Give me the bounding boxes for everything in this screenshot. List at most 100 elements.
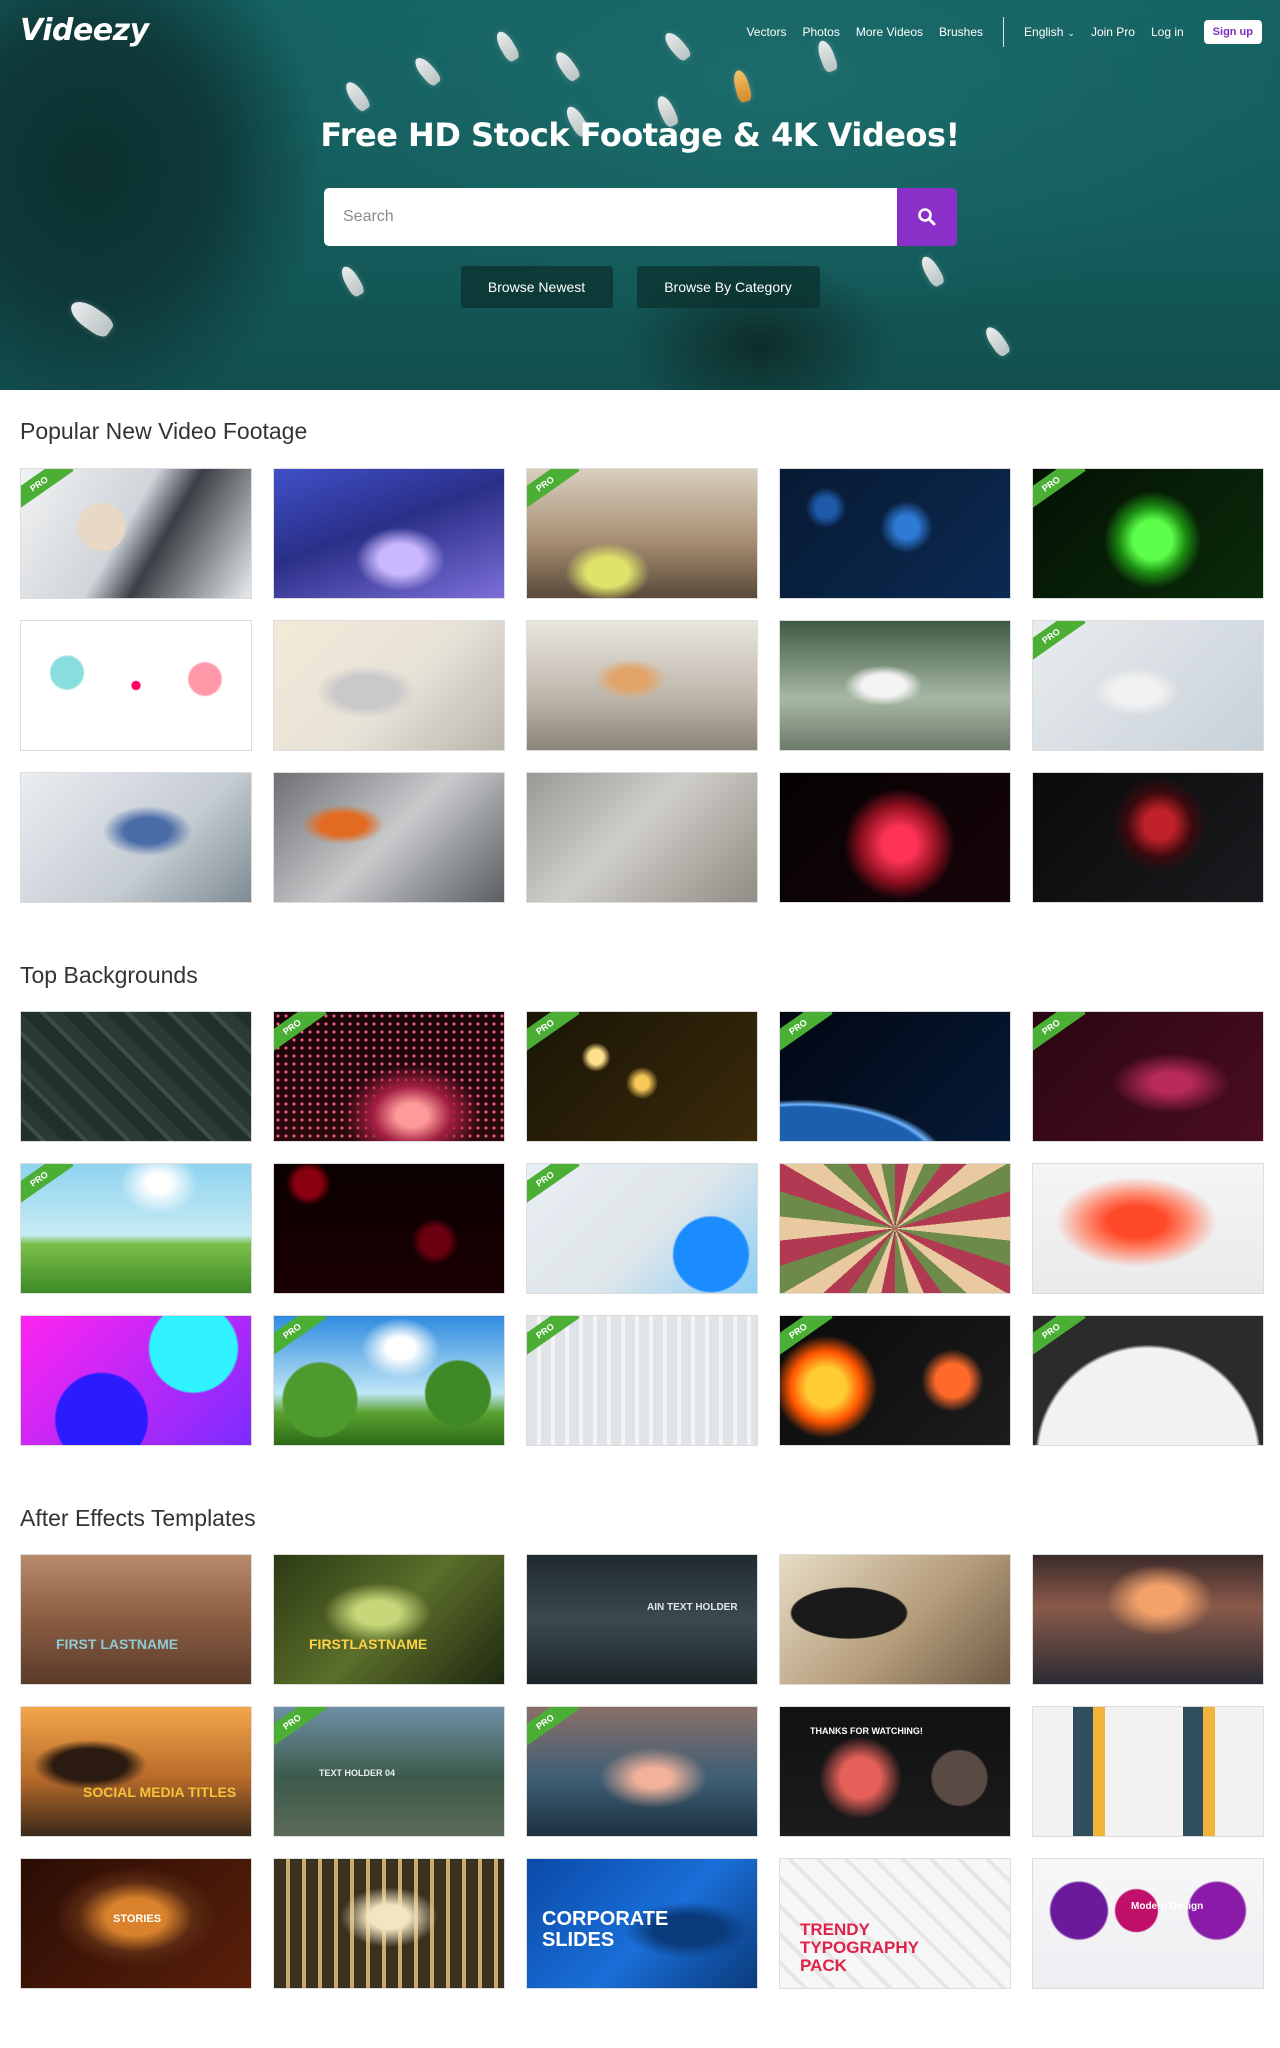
nav-link-more-videos[interactable]: More Videos (856, 25, 923, 39)
video-thumbnail[interactable] (20, 620, 252, 751)
video-thumbnail[interactable] (779, 772, 1011, 903)
pro-badge: PRO (780, 1012, 833, 1056)
search-icon (918, 208, 936, 226)
section-title-after-effects: After Effects Templates (20, 1505, 256, 1531)
video-thumbnail[interactable] (779, 1163, 1011, 1294)
thumbnail-caption: TEXT HOLDER 04 (319, 1768, 396, 1778)
video-thumbnail[interactable] (20, 1011, 252, 1142)
pro-badge: PRO (527, 1164, 580, 1208)
browse-newest-button[interactable]: Browse Newest (460, 266, 613, 308)
video-thumbnail[interactable] (1032, 1163, 1264, 1294)
pro-badge: PRO (1033, 621, 1086, 665)
top-navigation: Videezy Vectors Photos More Videos Brush… (0, 0, 1280, 64)
section-title-popular-footage: Popular New Video Footage (20, 418, 308, 444)
login-link[interactable]: Log in (1151, 25, 1184, 39)
hero-title: Free HD Stock Footage & 4K Videos! (320, 116, 960, 154)
video-thumbnail[interactable]: FIRST LASTNAME (20, 1554, 252, 1685)
video-thumbnail[interactable]: TEXT HOLDER 04 PRO (273, 1706, 505, 1837)
thumbnail-caption: CORPORATE SLIDES (542, 1908, 669, 1951)
video-thumbnail[interactable]: PRO (273, 1011, 505, 1142)
video-thumbnail[interactable]: Modern Design (1032, 1858, 1264, 1989)
video-thumbnail[interactable]: FIRSTLASTNAME (273, 1554, 505, 1685)
browse-by-category-button[interactable]: Browse By Category (636, 266, 820, 308)
video-thumbnail[interactable]: PRO (1032, 1315, 1264, 1446)
search-input[interactable] (324, 188, 897, 246)
pro-badge: PRO (21, 469, 74, 513)
video-thumbnail[interactable] (20, 1315, 252, 1446)
chevron-down-icon: ⌄ (1067, 28, 1075, 38)
pro-badge: PRO (527, 1316, 580, 1360)
section-title-top-backgrounds: Top Backgrounds (20, 962, 198, 988)
video-thumbnail[interactable] (20, 772, 252, 903)
search-button[interactable] (897, 188, 957, 246)
thumbnail-caption: SOCIAL MEDIA TITLES (83, 1784, 237, 1800)
pro-badge: PRO (274, 1012, 327, 1056)
nav-link-photos[interactable]: Photos (802, 25, 839, 39)
video-thumbnail[interactable] (273, 468, 505, 599)
pro-badge: PRO (274, 1707, 327, 1751)
video-thumbnail[interactable]: PRO (779, 1011, 1011, 1142)
language-label: English (1024, 25, 1064, 39)
thumbnail-caption: STORIES (113, 1913, 162, 1925)
language-selector[interactable]: English ⌄ (1024, 25, 1075, 39)
video-thumbnail[interactable]: PRO (1032, 620, 1264, 751)
video-thumbnail[interactable] (273, 1858, 505, 1989)
pro-badge: PRO (1033, 1316, 1086, 1360)
video-thumbnail[interactable]: PRO (20, 468, 252, 599)
video-thumbnail[interactable]: PRO (526, 1011, 758, 1142)
video-thumbnail[interactable]: STORIES (20, 1858, 252, 1989)
video-thumbnail[interactable] (526, 772, 758, 903)
video-thumbnail[interactable] (779, 468, 1011, 599)
thumbnail-caption: FIRST LASTNAME (56, 1636, 179, 1652)
video-thumbnail[interactable]: PRO (526, 1163, 758, 1294)
video-thumbnail[interactable]: PRO (779, 1315, 1011, 1446)
video-thumbnail[interactable] (273, 620, 505, 751)
pro-badge: PRO (527, 1012, 580, 1056)
hero-buttons: Browse Newest Browse By Category (0, 266, 1280, 308)
pro-badge: PRO (780, 1316, 833, 1360)
video-thumbnail[interactable]: TRENDY TYPOGRAPHY PACK (779, 1858, 1011, 1989)
nav-link-vectors[interactable]: Vectors (746, 25, 786, 39)
video-thumbnail[interactable] (1032, 1706, 1264, 1837)
boat-decoration (342, 78, 372, 114)
video-thumbnail[interactable]: PRO (1032, 468, 1264, 599)
pro-badge: PRO (21, 1164, 74, 1208)
video-thumbnail[interactable]: THANKS FOR WATCHING! (779, 1706, 1011, 1837)
video-thumbnail[interactable]: PRO (526, 1706, 758, 1837)
boat-decoration (982, 323, 1012, 359)
video-thumbnail[interactable] (273, 772, 505, 903)
video-thumbnail[interactable]: PRO (273, 1315, 505, 1446)
video-thumbnail[interactable] (1032, 772, 1264, 903)
video-thumbnail[interactable]: PRO (20, 1163, 252, 1294)
video-thumbnail[interactable] (1032, 1554, 1264, 1685)
pro-badge: PRO (527, 1707, 580, 1751)
video-thumbnail[interactable] (779, 1554, 1011, 1685)
video-thumbnail[interactable] (273, 1163, 505, 1294)
nav-divider (1003, 17, 1005, 47)
video-thumbnail[interactable]: PRO (526, 1315, 758, 1446)
nav-links: Vectors Photos More Videos Brushes Engli… (730, 17, 1262, 47)
nav-link-brushes[interactable]: Brushes (939, 25, 983, 39)
video-thumbnail[interactable]: CORPORATE SLIDES (526, 1858, 758, 1989)
thumbnail-caption: Modern Design (1131, 1901, 1204, 1912)
pro-badge: PRO (527, 469, 580, 513)
videezy-logo[interactable]: Videezy (20, 13, 149, 48)
thumbnail-caption: TRENDY TYPOGRAPHY PACK (800, 1920, 919, 1975)
thumbnail-caption: AIN TEXT HOLDER (647, 1602, 738, 1613)
hero-banner: Videezy Vectors Photos More Videos Brush… (0, 0, 1280, 390)
video-thumbnail[interactable]: SOCIAL MEDIA TITLES (20, 1706, 252, 1837)
video-thumbnail[interactable]: PRO (526, 468, 758, 599)
search-bar (324, 188, 957, 246)
video-thumbnail[interactable]: AIN TEXT HOLDER (526, 1554, 758, 1685)
signup-button[interactable]: Sign up (1203, 20, 1262, 44)
thumbnail-caption: FIRSTLASTNAME (309, 1636, 428, 1652)
video-thumbnail[interactable]: PRO (1032, 1011, 1264, 1142)
thumbnail-caption: THANKS FOR WATCHING! (810, 1726, 923, 1736)
video-thumbnail[interactable] (779, 620, 1011, 751)
pro-badge: PRO (1033, 469, 1086, 513)
join-pro-link[interactable]: Join Pro (1091, 25, 1135, 39)
pro-badge: PRO (274, 1316, 327, 1360)
video-thumbnail[interactable] (526, 620, 758, 751)
boat-decoration (731, 68, 753, 104)
pro-badge: PRO (1033, 1012, 1086, 1056)
